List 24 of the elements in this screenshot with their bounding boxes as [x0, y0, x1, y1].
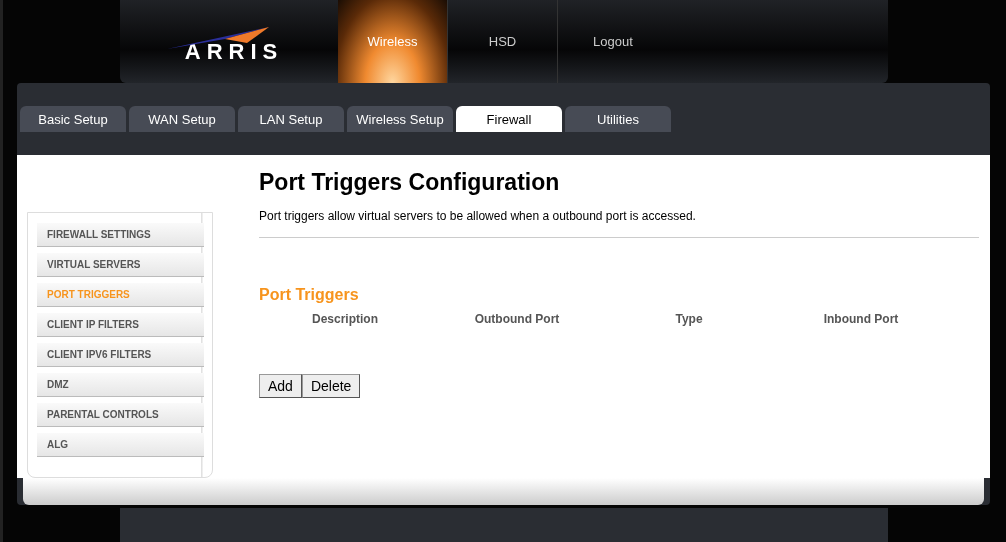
column-header: Type	[674, 312, 704, 326]
tab[interactable]: Wireless Setup	[347, 106, 453, 132]
nav-link[interactable]: Logout	[558, 0, 668, 83]
tab[interactable]: LAN Setup	[238, 106, 344, 132]
column-header: Outbound Port	[473, 312, 561, 326]
section-title: Port Triggers	[259, 286, 360, 304]
column-header: Inbound Port	[822, 312, 900, 326]
tab[interactable]: Utilities	[565, 106, 671, 132]
action-button[interactable]: Add	[259, 374, 302, 398]
sidebar-item[interactable]: CLIENT IPV6 FILTERS	[37, 343, 204, 367]
sidebar-item[interactable]: CLIENT IP FILTERS	[37, 313, 204, 337]
logo-text: ARRIS	[184, 39, 284, 65]
tab[interactable]: Basic Setup	[20, 106, 126, 132]
sidebar-item[interactable]: FIREWALL SETTINGS	[37, 223, 204, 247]
tab[interactable]: Firewall	[456, 106, 562, 132]
sidebar-item[interactable]: PARENTAL CONTROLS	[37, 403, 204, 427]
sidebar-item[interactable]: ALG	[37, 433, 204, 457]
page-title: Port Triggers Configuration	[259, 169, 561, 196]
description-text: Port triggers allow virtual servers to be allowed when a outbound port is accessed.	[259, 209, 697, 223]
sidebar-item[interactable]: DMZ	[37, 373, 204, 397]
sidebar-item[interactable]: VIRTUAL SERVERS	[37, 253, 204, 277]
tab[interactable]: WAN Setup	[129, 106, 235, 132]
column-header: Description	[311, 312, 379, 326]
action-button[interactable]: Delete	[301, 374, 361, 398]
